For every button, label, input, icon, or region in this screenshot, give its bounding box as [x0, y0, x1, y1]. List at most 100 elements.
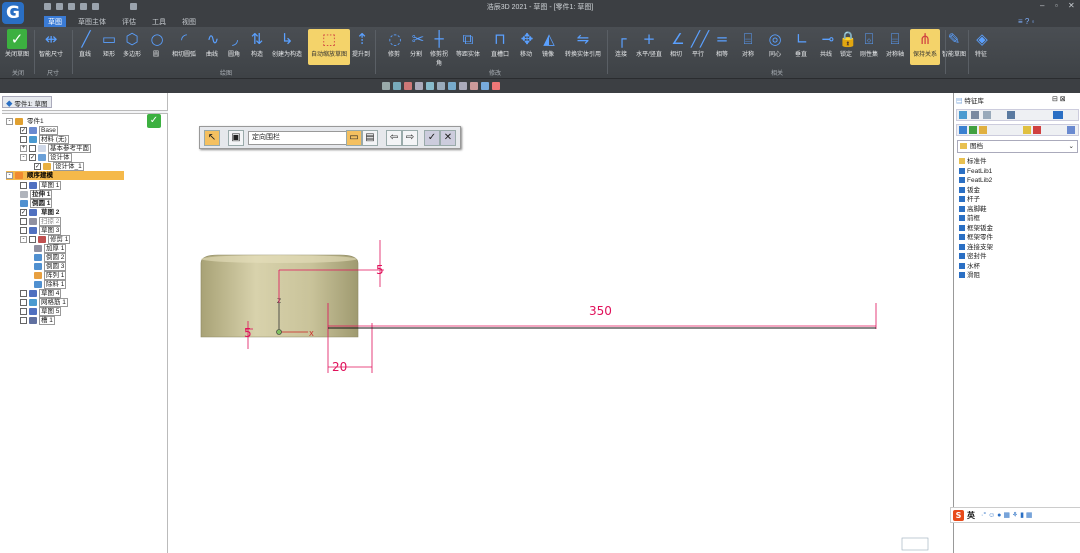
visibility-checkbox[interactable]: [20, 316, 27, 324]
visibility-checkbox[interactable]: [20, 135, 27, 143]
tree-item[interactable]: - ✓ 设计体: [20, 153, 72, 162]
tree-item[interactable]: 草图 4: [20, 289, 62, 298]
accept-check-icon[interactable]: ✓: [147, 114, 161, 128]
tab-evaluate[interactable]: 评估: [118, 16, 140, 27]
concentric-button[interactable]: ◎ 同心: [764, 29, 786, 65]
maximize-icon[interactable]: ▫: [1055, 1, 1058, 10]
app-logo-icon[interactable]: G: [2, 2, 24, 24]
part-body[interactable]: [200, 254, 359, 338]
library-tool-icon[interactable]: [971, 111, 979, 119]
minimize-icon[interactable]: –: [1040, 1, 1044, 10]
circle-button[interactable]: ○ 圆: [147, 29, 165, 65]
library-path-dropdown[interactable]: 图档 ⌄: [957, 140, 1078, 153]
equal-button[interactable]: = 相等: [712, 29, 732, 65]
new-file-icon[interactable]: [44, 3, 51, 10]
collapse-icon[interactable]: -: [20, 235, 27, 243]
library-item[interactable]: FeatLib2: [959, 176, 992, 185]
close-icon[interactable]: ✕: [1068, 1, 1075, 10]
tab-tools[interactable]: 工具: [148, 16, 170, 27]
tree-item[interactable]: - 修剪 1: [20, 235, 71, 244]
tree-item[interactable]: 网格筋 1: [20, 298, 68, 307]
snap-icon[interactable]: [459, 82, 467, 90]
view-cube-icon[interactable]: [901, 537, 929, 551]
tree-item[interactable]: - 零件1: [6, 117, 46, 126]
save-icon[interactable]: [80, 3, 87, 10]
library-item[interactable]: 前框: [959, 214, 980, 223]
dimension-top-height[interactable]: 5: [376, 263, 384, 277]
lock-button[interactable]: 🔒 锁定: [838, 29, 858, 65]
tree-item[interactable]: 扫掠 2: [20, 217, 62, 226]
panel-pin-icon[interactable]: ⊟ ⊠: [1052, 95, 1066, 103]
line-button[interactable]: ╱ 直线: [76, 29, 94, 65]
tree-item[interactable]: ✓ Base: [20, 126, 58, 135]
curve-button[interactable]: ∿ 曲线: [203, 29, 221, 65]
ribbon-options-icon[interactable]: ≡ ? ◦: [1018, 17, 1034, 26]
snap-icon[interactable]: [404, 82, 412, 90]
tab-view[interactable]: 视图: [178, 16, 200, 27]
snap-icon[interactable]: [437, 82, 445, 90]
check-button[interactable]: ✓ 关闭草图: [4, 29, 30, 65]
slot-button[interactable]: ⊓ 直槽口: [488, 29, 512, 65]
tab-sketch[interactable]: 草图: [44, 16, 66, 27]
dimension-length[interactable]: 350: [589, 304, 612, 318]
symmetric-button[interactable]: ⌸ 对称: [738, 29, 758, 65]
move-button[interactable]: ✥ 移动: [517, 29, 535, 65]
snap-icon[interactable]: [393, 82, 401, 90]
library-item[interactable]: 钣金: [959, 186, 980, 195]
tree-item[interactable]: ✓ 设计体_1: [34, 162, 84, 171]
tree-item[interactable]: 材料 (无): [20, 135, 69, 144]
library-item[interactable]: 标准件: [959, 157, 987, 166]
panel-splitter[interactable]: [2, 110, 170, 114]
promote-button[interactable]: ⇡ 提升到: [352, 29, 370, 65]
library-item[interactable]: 密封件: [959, 252, 987, 261]
collapse-icon[interactable]: -: [6, 117, 13, 125]
open-file-icon[interactable]: [56, 3, 63, 10]
library-tool-icon[interactable]: [1007, 111, 1015, 119]
polygon-button[interactable]: ⬡ 多边形: [122, 29, 142, 65]
origin-point[interactable]: [276, 329, 282, 335]
connect-button[interactable]: ┌ 连接: [612, 29, 630, 65]
library-view-icon[interactable]: [1053, 111, 1063, 119]
construction-button[interactable]: ⇅ 构造: [247, 29, 267, 65]
symmetry-axis-button[interactable]: ⌸ 对称轴: [884, 29, 906, 65]
horizontal-vertical-button[interactable]: + 水平/竖直: [634, 29, 664, 65]
tree-item[interactable]: 除料 1: [34, 280, 67, 289]
convert-button[interactable]: ⇋ 转换实体引用: [562, 29, 604, 65]
visibility-checkbox[interactable]: [20, 217, 27, 225]
visibility-checkbox[interactable]: [20, 181, 27, 189]
tree-item[interactable]: + 基本参考平面: [20, 144, 91, 153]
window-icon[interactable]: [130, 3, 137, 10]
graphics-window[interactable]: ↖ ▣ 定向围栏⌄ ▭ ▤ ⇦ ⇨ ✓ ✕ X Z: [168, 93, 952, 553]
tree-item[interactable]: ✓ 草图 2: [20, 208, 61, 217]
snap-icon[interactable]: [481, 82, 489, 90]
feature-button[interactable]: ◈ 特征: [972, 29, 990, 65]
print-icon[interactable]: [92, 3, 99, 10]
tree-item[interactable]: 倒圆 2: [34, 253, 67, 262]
library-item[interactable]: FeatLib1: [959, 167, 992, 176]
collapse-icon[interactable]: -: [20, 153, 27, 161]
snap-icon[interactable]: [426, 82, 434, 90]
library-tool-icon[interactable]: [1033, 126, 1041, 134]
library-search-icon[interactable]: [1067, 126, 1075, 134]
tree-item[interactable]: 草图 3: [20, 226, 62, 235]
visibility-checkbox[interactable]: [29, 235, 36, 243]
trim-button[interactable]: ◌ 修剪: [385, 29, 403, 65]
pathfinder-tab[interactable]: ◆ 零件1: 草图: [2, 96, 52, 108]
visibility-checkbox[interactable]: [20, 289, 27, 297]
expand-icon[interactable]: +: [20, 144, 27, 152]
tree-item[interactable]: 拉伸 1: [20, 190, 53, 199]
rectangle-button[interactable]: ▭ 矩形: [99, 29, 119, 65]
visibility-checkbox[interactable]: [20, 307, 27, 315]
library-tool-icon[interactable]: [983, 111, 991, 119]
library-item[interactable]: 高脚鞋: [959, 205, 987, 214]
trim-corner-button[interactable]: ┼ 修剪拐角: [428, 29, 450, 67]
snap-icon[interactable]: [415, 82, 423, 90]
visibility-checkbox[interactable]: ✓: [34, 162, 41, 170]
tree-item[interactable]: 倒圆 1: [20, 199, 53, 208]
snap-icon[interactable]: [470, 82, 478, 90]
tangent-button[interactable]: ∠ 相切: [668, 29, 685, 65]
library-tool-icon[interactable]: [959, 126, 967, 134]
ime-logo-icon[interactable]: S: [953, 510, 964, 521]
tree-item[interactable]: 槽 1: [20, 316, 55, 325]
snap-icon[interactable]: [382, 82, 390, 90]
